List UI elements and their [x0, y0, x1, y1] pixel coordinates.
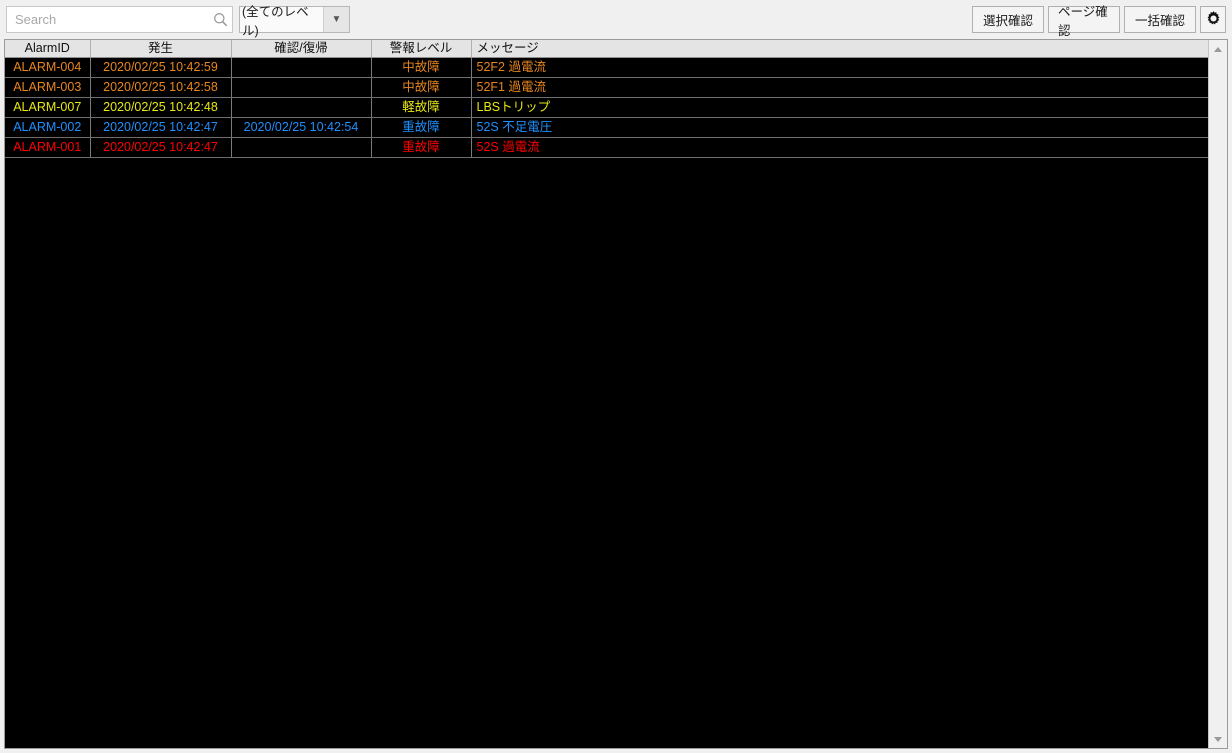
search-icon: [208, 7, 232, 32]
cell-message: 52S 不足電圧: [471, 117, 1208, 138]
alarm-list-window: (全てのレベル) ▼ 選択確認 ページ確認 一括確認: [0, 0, 1232, 753]
table-header: AlarmID 発生 確認/復帰 警報レベル メッセージ: [5, 40, 1209, 58]
column-header-occurred[interactable]: 発生: [90, 40, 232, 58]
scroll-up-button[interactable]: [1209, 40, 1227, 58]
arrow-up-icon: [1214, 46, 1222, 52]
cell-ack: [231, 137, 372, 158]
scroll-down-button[interactable]: [1209, 730, 1227, 748]
alarm-table-container: AlarmID 発生 確認/復帰 警報レベル メッセージ ALARM-004 20…: [4, 39, 1228, 749]
column-header-ack[interactable]: 確認/復帰: [231, 40, 372, 58]
cell-occurred: 2020/02/25 10:42:47: [90, 117, 232, 138]
cell-level: 重故障: [371, 137, 472, 158]
vertical-scrollbar[interactable]: [1208, 40, 1227, 748]
toolbar: (全てのレベル) ▼ 選択確認 ページ確認 一括確認: [0, 0, 1232, 39]
table-header-row: AlarmID 発生 確認/復帰 警報レベル メッセージ: [5, 40, 1209, 58]
table-row[interactable]: ALARM-004 2020/02/25 10:42:59 中故障 52F2 過電流: [5, 57, 1208, 78]
page-confirm-button[interactable]: ページ確認: [1048, 5, 1120, 38]
column-header-alarm-id[interactable]: AlarmID: [5, 40, 91, 58]
cell-occurred: 2020/02/25 10:42:48: [90, 97, 232, 118]
cell-message: LBSトリップ: [471, 97, 1208, 118]
cell-alarm_id: ALARM-004: [5, 57, 91, 78]
column-header-level[interactable]: 警報レベル: [371, 40, 472, 58]
chevron-down-icon[interactable]: ▼: [323, 7, 349, 32]
table-row[interactable]: ALARM-007 2020/02/25 10:42:48 軽故障 LBSトリップ: [5, 97, 1208, 118]
cell-ack: 2020/02/25 10:42:54: [231, 117, 372, 138]
table-row[interactable]: ALARM-001 2020/02/25 10:42:47 重故障 52S 過電流: [5, 137, 1208, 158]
cell-message: 52F2 過電流: [471, 57, 1208, 78]
cell-level: 重故障: [371, 117, 472, 138]
gear-icon: [1205, 10, 1222, 30]
cell-occurred: 2020/02/25 10:42:47: [90, 137, 232, 158]
cell-level: 軽故障: [371, 97, 472, 118]
table-body: ALARM-004 2020/02/25 10:42:59 中故障 52F2 過電流 A…: [5, 57, 1208, 158]
cell-level: 中故障: [371, 77, 472, 98]
cell-alarm_id: ALARM-003: [5, 77, 91, 98]
cell-occurred: 2020/02/25 10:42:58: [90, 77, 232, 98]
settings-button[interactable]: [1200, 6, 1226, 33]
alarm-table: AlarmID 発生 確認/復帰 警報レベル メッセージ ALARM-004 20…: [5, 40, 1209, 158]
cell-ack: [231, 57, 372, 78]
column-header-message[interactable]: メッセージ: [471, 40, 1209, 58]
cell-alarm_id: ALARM-007: [5, 97, 91, 118]
cell-occurred: 2020/02/25 10:42:59: [90, 57, 232, 78]
cell-ack: [231, 97, 372, 118]
cell-alarm_id: ALARM-001: [5, 137, 91, 158]
select-confirm-button[interactable]: 選択確認: [972, 6, 1044, 33]
search-box[interactable]: [6, 6, 233, 33]
cell-ack: [231, 77, 372, 98]
table-row[interactable]: ALARM-002 2020/02/25 10:42:47 2020/02/25 1…: [5, 117, 1208, 138]
level-filter-value: (全てのレベル): [240, 5, 323, 38]
cell-alarm_id: ALARM-002: [5, 117, 91, 138]
level-filter-dropdown[interactable]: (全てのレベル) ▼: [239, 5, 350, 38]
bulk-confirm-button[interactable]: 一括確認: [1124, 6, 1196, 33]
cell-message: 52F1 過電流: [471, 77, 1208, 98]
cell-level: 中故障: [371, 57, 472, 78]
table-row[interactable]: ALARM-003 2020/02/25 10:42:58 中故障 52F1 過電流: [5, 77, 1208, 98]
cell-message: 52S 過電流: [471, 137, 1208, 158]
arrow-down-icon: [1214, 736, 1222, 742]
search-input[interactable]: [7, 8, 208, 31]
